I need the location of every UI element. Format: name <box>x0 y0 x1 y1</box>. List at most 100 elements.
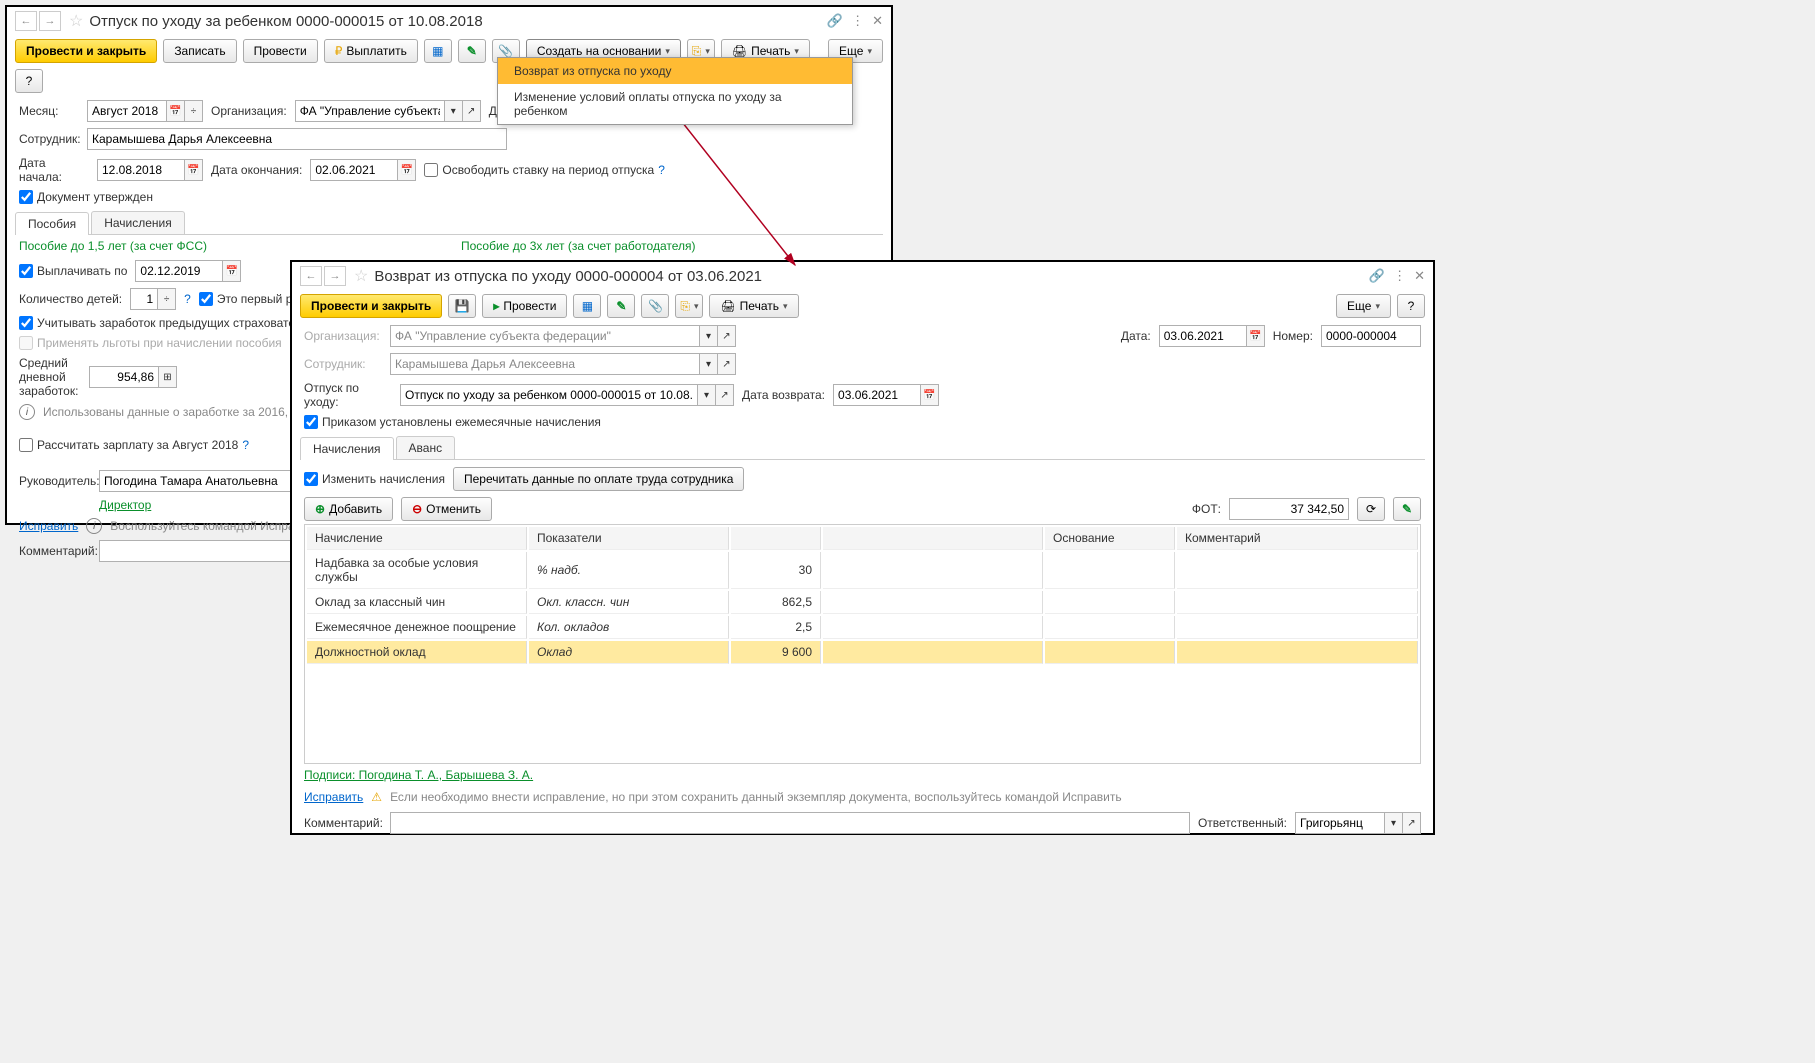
manager-input[interactable] <box>99 470 299 492</box>
favorite-star-icon[interactable]: ☆ <box>69 11 83 31</box>
children-count-input[interactable] <box>130 288 158 310</box>
free-rate-checkbox[interactable] <box>424 163 438 177</box>
help-link-children[interactable]: ? <box>184 292 191 306</box>
tab-accruals-2[interactable]: Начисления <box>300 437 394 460</box>
refresh-button[interactable]: ⟳ <box>1357 497 1385 521</box>
tab-advance[interactable]: Аванс <box>396 436 456 459</box>
nav-forward-button-2[interactable]: → <box>324 266 346 286</box>
more-button-2[interactable]: Еще <box>1336 294 1391 318</box>
pay-button[interactable]: ₽Выплатить <box>324 39 418 63</box>
menu-item-change-conditions[interactable]: Изменение условий оплаты отпуска по уход… <box>498 84 852 124</box>
comment-input-1[interactable] <box>99 540 299 562</box>
start-date-calendar-button[interactable]: 📅 <box>185 159 203 181</box>
date-input-2[interactable] <box>1159 325 1247 347</box>
employee-open-button-2[interactable]: ↗ <box>718 353 736 375</box>
order-set-checkbox[interactable] <box>304 415 318 429</box>
table-row-selected[interactable]: Должностной оклад Оклад 9 600 <box>307 641 1418 664</box>
responsible-open-button[interactable]: ↗ <box>1403 812 1421 834</box>
info-icon: i <box>19 404 35 420</box>
post-button-2[interactable]: ▸Провести <box>482 294 567 318</box>
fix-link-1[interactable]: Исправить <box>19 519 78 533</box>
leave-dropdown-button[interactable]: ▾ <box>698 384 716 406</box>
first-child-checkbox[interactable] <box>199 292 213 306</box>
number-input[interactable] <box>1321 325 1421 347</box>
edit-fot-button[interactable]: ✎ <box>1393 497 1421 521</box>
pay-until-15-input[interactable] <box>135 260 223 282</box>
post-button[interactable]: Провести <box>243 39 318 63</box>
return-date-input[interactable] <box>833 384 921 406</box>
org-open-button[interactable]: ↗ <box>463 100 481 122</box>
org-dropdown-button[interactable]: ▾ <box>445 100 463 122</box>
nav-back-button[interactable]: ← <box>15 11 37 31</box>
approved-checkbox[interactable] <box>19 190 33 204</box>
return-date-calendar-button[interactable]: 📅 <box>921 384 939 406</box>
month-calendar-button[interactable]: 📅 <box>167 100 185 122</box>
avg-earnings-calc-button[interactable]: ⊞ <box>159 366 177 388</box>
add-button[interactable]: ⊕Добавить <box>304 497 393 521</box>
end-date-calendar-button[interactable]: 📅 <box>398 159 416 181</box>
kebab-icon-2[interactable]: ⋮ <box>1393 268 1406 284</box>
table-row[interactable]: Ежемесячное денежное поощрение Кол. окла… <box>307 616 1418 639</box>
end-date-input[interactable] <box>310 159 398 181</box>
help-button[interactable]: ? <box>15 69 43 93</box>
link-icon-2[interactable]: 🔗 <box>1369 268 1385 284</box>
edit-icon-button-2[interactable]: ✎ <box>607 294 635 318</box>
kebab-icon[interactable]: ⋮ <box>851 13 864 29</box>
leave-open-button[interactable]: ↗ <box>716 384 734 406</box>
responsible-input[interactable] <box>1295 812 1385 834</box>
prev-insurers-checkbox[interactable] <box>19 316 33 330</box>
calc-salary-checkbox[interactable] <box>19 438 33 452</box>
pay-until-15-checkbox[interactable] <box>19 264 33 278</box>
start-date-input[interactable] <box>97 159 185 181</box>
employee-dropdown-button-2[interactable]: ▾ <box>700 353 718 375</box>
help-link-calc[interactable]: ? <box>242 438 249 452</box>
tab-benefits[interactable]: Пособия <box>15 212 89 235</box>
paperclip-icon: 📎 <box>498 44 513 58</box>
apply-benefits-checkbox <box>19 336 33 350</box>
nav-back-button-2[interactable]: ← <box>300 266 322 286</box>
change-accruals-checkbox[interactable] <box>304 472 318 486</box>
org-input[interactable] <box>295 100 445 122</box>
help-button-2[interactable]: ? <box>1397 294 1425 318</box>
extra-dropdown-button-2[interactable]: ⎘ <box>675 294 703 318</box>
employee-input-2[interactable] <box>390 353 700 375</box>
signatures-link[interactable]: Подписи: Погодина Т. А., Барышева З. А. <box>304 768 533 782</box>
children-count-stepper[interactable]: ÷ <box>158 288 176 310</box>
manager-position-link[interactable]: Директор <box>99 498 151 512</box>
tab-accruals[interactable]: Начисления <box>91 211 185 234</box>
responsible-dropdown-button[interactable]: ▾ <box>1385 812 1403 834</box>
post-and-close-button-2[interactable]: Провести и закрыть <box>300 294 442 318</box>
table-row[interactable]: Надбавка за особые условия службы % надб… <box>307 552 1418 589</box>
employee-input[interactable] <box>87 128 507 150</box>
menu-item-return-from-leave[interactable]: Возврат из отпуска по уходу <box>498 58 852 84</box>
favorite-star-icon-2[interactable]: ☆ <box>354 266 368 286</box>
save-icon-button-2[interactable]: 💾 <box>448 294 476 318</box>
print-button-2[interactable]: 🖨Печать <box>709 294 798 318</box>
avg-earnings-input[interactable] <box>89 366 159 388</box>
cancel-button[interactable]: ⊖Отменить <box>401 497 492 521</box>
recount-button[interactable]: Перечитать данные по оплате труда сотруд… <box>453 467 744 491</box>
fix-link-2[interactable]: Исправить <box>304 790 363 804</box>
month-stepper-button[interactable]: ÷ <box>185 100 203 122</box>
pay-until-15-calendar-button[interactable]: 📅 <box>223 260 241 282</box>
document-icon-button[interactable]: ▦ <box>424 39 452 63</box>
link-icon[interactable]: 🔗 <box>827 13 843 29</box>
org-input-2[interactable] <box>390 325 700 347</box>
save-button[interactable]: Записать <box>163 39 236 63</box>
comment-input-2[interactable] <box>390 812 1190 834</box>
month-input[interactable] <box>87 100 167 122</box>
close-icon[interactable]: ✕ <box>872 13 883 29</box>
leave-input[interactable] <box>400 384 698 406</box>
document-icon-button-2[interactable]: ▦ <box>573 294 601 318</box>
edit-icon-button[interactable]: ✎ <box>458 39 486 63</box>
fot-input[interactable] <box>1229 498 1349 520</box>
post-and-close-button[interactable]: Провести и закрыть <box>15 39 157 63</box>
table-row[interactable]: Оклад за классный чин Окл. классн. чин 8… <box>307 591 1418 614</box>
org-open-button-2[interactable]: ↗ <box>718 325 736 347</box>
attach-icon-button-2[interactable]: 📎 <box>641 294 669 318</box>
close-icon-2[interactable]: ✕ <box>1414 268 1425 284</box>
nav-forward-button[interactable]: → <box>39 11 61 31</box>
help-link[interactable]: ? <box>658 163 665 177</box>
org-dropdown-button-2[interactable]: ▾ <box>700 325 718 347</box>
date-calendar-button-2[interactable]: 📅 <box>1247 325 1265 347</box>
